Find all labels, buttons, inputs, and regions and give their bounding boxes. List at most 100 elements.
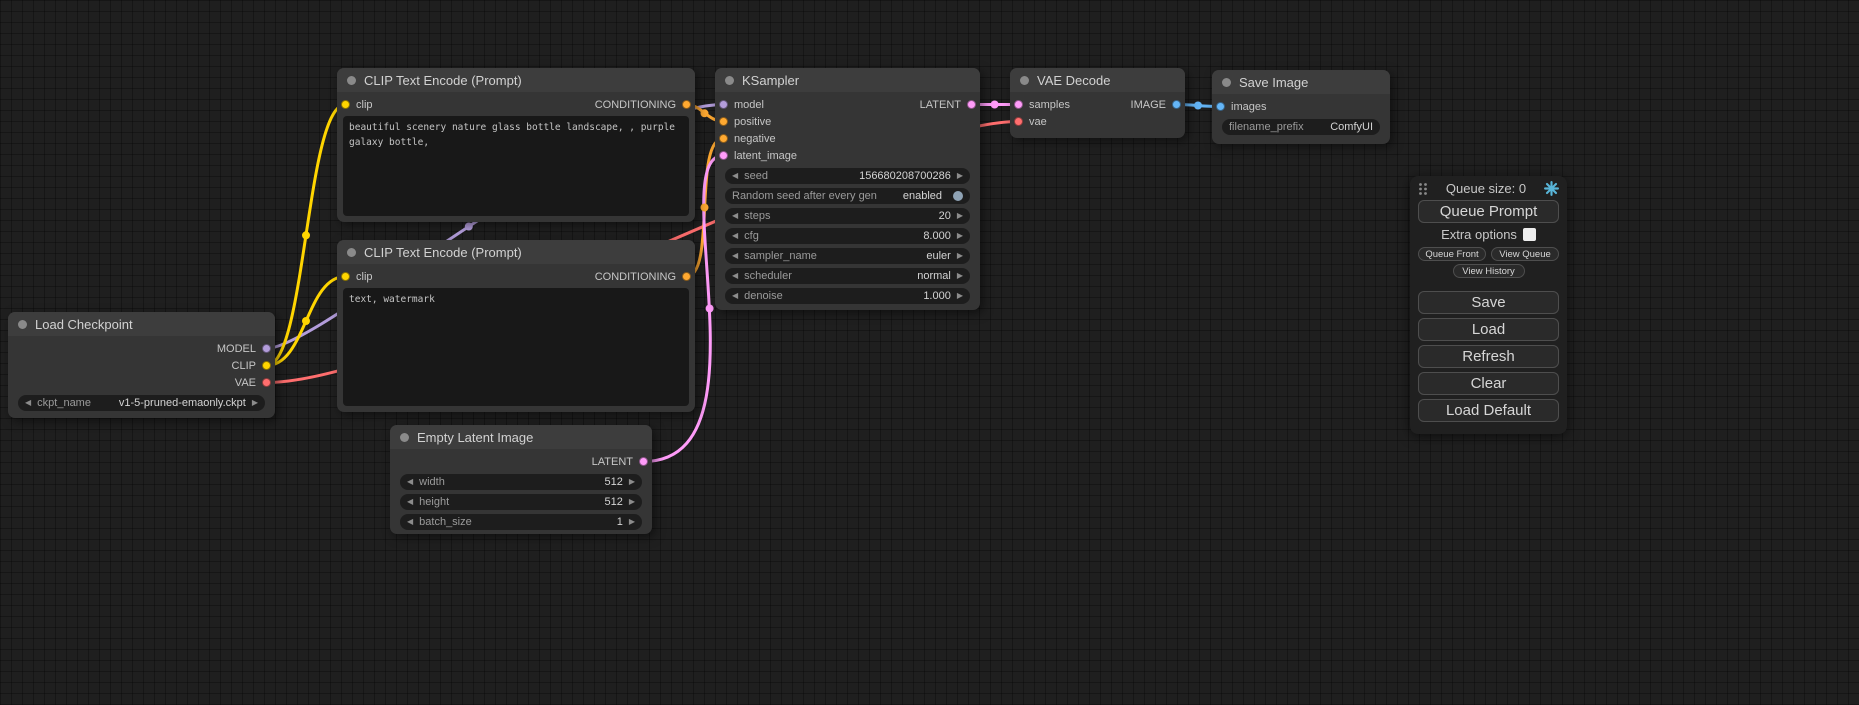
queue-size-label: Queue size: 0	[1428, 181, 1544, 196]
collapse-dot-icon[interactable]	[18, 320, 27, 329]
input-dot-clip[interactable]	[341, 100, 350, 109]
node-title-bar[interactable]: VAE Decode	[1010, 68, 1185, 92]
widget-random-seed-toggle[interactable]: Random seed after every gen enabled	[725, 188, 970, 204]
increment-arrow-icon[interactable]	[957, 272, 963, 280]
comfyui-canvas[interactable]: Load Checkpoint MODEL CLIP VAE ckpt_name…	[0, 0, 1859, 705]
widget-batch-size[interactable]: batch_size 1	[400, 514, 642, 530]
input-dot-latent-image[interactable]	[719, 151, 728, 160]
link-center-dot	[465, 223, 473, 231]
output-dot-latent[interactable]	[639, 457, 648, 466]
increment-arrow-icon[interactable]	[957, 172, 963, 180]
slot-row: clip CONDITIONING	[337, 96, 695, 113]
output-dot-clip[interactable]	[262, 361, 271, 370]
increment-arrow-icon[interactable]	[629, 478, 635, 486]
widget-ckpt-name[interactable]: ckpt_name v1-5-pruned-emaonly.ckpt	[18, 395, 265, 411]
input-dot-samples[interactable]	[1014, 100, 1023, 109]
node-title-bar[interactable]: KSampler	[715, 68, 980, 92]
output-slot-clip: CLIP	[8, 357, 275, 374]
decrement-arrow-icon[interactable]	[732, 232, 738, 240]
input-dot-positive[interactable]	[719, 117, 728, 126]
node-title: VAE Decode	[1037, 73, 1110, 88]
drag-handle-icon[interactable]	[1418, 182, 1428, 196]
load-button[interactable]: Load	[1418, 318, 1559, 341]
increment-arrow-icon[interactable]	[957, 232, 963, 240]
prompt-textarea[interactable]: beautiful scenery nature glass bottle la…	[343, 116, 689, 216]
input-dot-clip[interactable]	[341, 272, 350, 281]
increment-arrow-icon[interactable]	[629, 518, 635, 526]
node-title: CLIP Text Encode (Prompt)	[364, 73, 522, 88]
widget-seed[interactable]: seed 156680208700286	[725, 168, 970, 184]
collapse-dot-icon[interactable]	[347, 248, 356, 257]
output-dot-vae[interactable]	[262, 378, 271, 387]
widget-sampler-name[interactable]: sampler_name euler	[725, 248, 970, 264]
node-title-bar[interactable]: Empty Latent Image	[390, 425, 652, 449]
decrement-arrow-icon[interactable]	[25, 399, 31, 407]
toggle-dot-icon[interactable]	[953, 191, 963, 201]
input-dot-images[interactable]	[1216, 102, 1225, 111]
input-dot-vae[interactable]	[1014, 117, 1023, 126]
view-history-button[interactable]: View History	[1453, 264, 1525, 278]
increment-arrow-icon[interactable]	[252, 399, 258, 407]
queue-buttons-row: Queue Front View Queue	[1410, 247, 1567, 261]
decrement-arrow-icon[interactable]	[732, 272, 738, 280]
clear-button[interactable]: Clear	[1418, 372, 1559, 395]
load-default-button[interactable]: Load Default	[1418, 399, 1559, 422]
node-empty-latent-image[interactable]: Empty Latent Image LATENT width 512 heig…	[390, 425, 652, 534]
increment-arrow-icon[interactable]	[957, 292, 963, 300]
widget-filename-prefix[interactable]: filename_prefix ComfyUI	[1222, 119, 1380, 135]
output-dot-conditioning[interactable]	[682, 272, 691, 281]
widget-cfg[interactable]: cfg 8.000	[725, 228, 970, 244]
input-slot-negative: negative	[715, 130, 980, 147]
collapse-dot-icon[interactable]	[347, 76, 356, 85]
widget-denoise[interactable]: denoise 1.000	[725, 288, 970, 304]
node-title-bar[interactable]: CLIP Text Encode (Prompt)	[337, 240, 695, 264]
node-vae-decode[interactable]: VAE Decode samples IMAGE vae	[1010, 68, 1185, 138]
output-dot-model[interactable]	[262, 344, 271, 353]
node-ksampler[interactable]: KSampler model LATENT positive negative …	[715, 68, 980, 310]
node-clip-text-encode-negative[interactable]: CLIP Text Encode (Prompt) clip CONDITION…	[337, 240, 695, 412]
input-dot-negative[interactable]	[719, 134, 728, 143]
node-load-checkpoint[interactable]: Load Checkpoint MODEL CLIP VAE ckpt_name…	[8, 312, 275, 418]
decrement-arrow-icon[interactable]	[732, 252, 738, 260]
output-dot-image[interactable]	[1172, 100, 1181, 109]
settings-gear-icon[interactable]	[1544, 181, 1559, 196]
widget-width[interactable]: width 512	[400, 474, 642, 490]
input-slot-positive: positive	[715, 113, 980, 130]
prompt-textarea[interactable]: text, watermark	[343, 288, 689, 406]
output-dot-conditioning[interactable]	[682, 100, 691, 109]
decrement-arrow-icon[interactable]	[732, 292, 738, 300]
decrement-arrow-icon[interactable]	[407, 498, 413, 506]
link-center-dot	[701, 204, 709, 212]
menu-header: Queue size: 0	[1410, 176, 1567, 200]
widget-height[interactable]: height 512	[400, 494, 642, 510]
increment-arrow-icon[interactable]	[957, 212, 963, 220]
increment-arrow-icon[interactable]	[629, 498, 635, 506]
view-queue-button[interactable]: View Queue	[1491, 247, 1559, 261]
extra-options-row: Extra options	[1410, 227, 1567, 242]
collapse-dot-icon[interactable]	[1222, 78, 1231, 87]
refresh-button[interactable]: Refresh	[1418, 345, 1559, 368]
queue-prompt-button[interactable]: Queue Prompt	[1418, 200, 1559, 223]
node-title-bar[interactable]: Save Image	[1212, 70, 1390, 94]
output-dot-latent[interactable]	[967, 100, 976, 109]
collapse-dot-icon[interactable]	[400, 433, 409, 442]
decrement-arrow-icon[interactable]	[407, 518, 413, 526]
increment-arrow-icon[interactable]	[957, 252, 963, 260]
node-clip-text-encode-positive[interactable]: CLIP Text Encode (Prompt) clip CONDITION…	[337, 68, 695, 222]
decrement-arrow-icon[interactable]	[407, 478, 413, 486]
widget-scheduler[interactable]: scheduler normal	[725, 268, 970, 284]
input-dot-model[interactable]	[719, 100, 728, 109]
save-button[interactable]: Save	[1418, 291, 1559, 314]
widget-steps[interactable]: steps 20	[725, 208, 970, 224]
decrement-arrow-icon[interactable]	[732, 172, 738, 180]
node-save-image[interactable]: Save Image images filename_prefix ComfyU…	[1212, 70, 1390, 144]
node-title-bar[interactable]: Load Checkpoint	[8, 312, 275, 336]
input-slot-latent-image: latent_image	[715, 147, 980, 164]
extra-options-checkbox[interactable]	[1523, 228, 1536, 241]
collapse-dot-icon[interactable]	[725, 76, 734, 85]
queue-front-button[interactable]: Queue Front	[1418, 247, 1486, 261]
node-title: KSampler	[742, 73, 799, 88]
decrement-arrow-icon[interactable]	[732, 212, 738, 220]
collapse-dot-icon[interactable]	[1020, 76, 1029, 85]
node-title-bar[interactable]: CLIP Text Encode (Prompt)	[337, 68, 695, 92]
